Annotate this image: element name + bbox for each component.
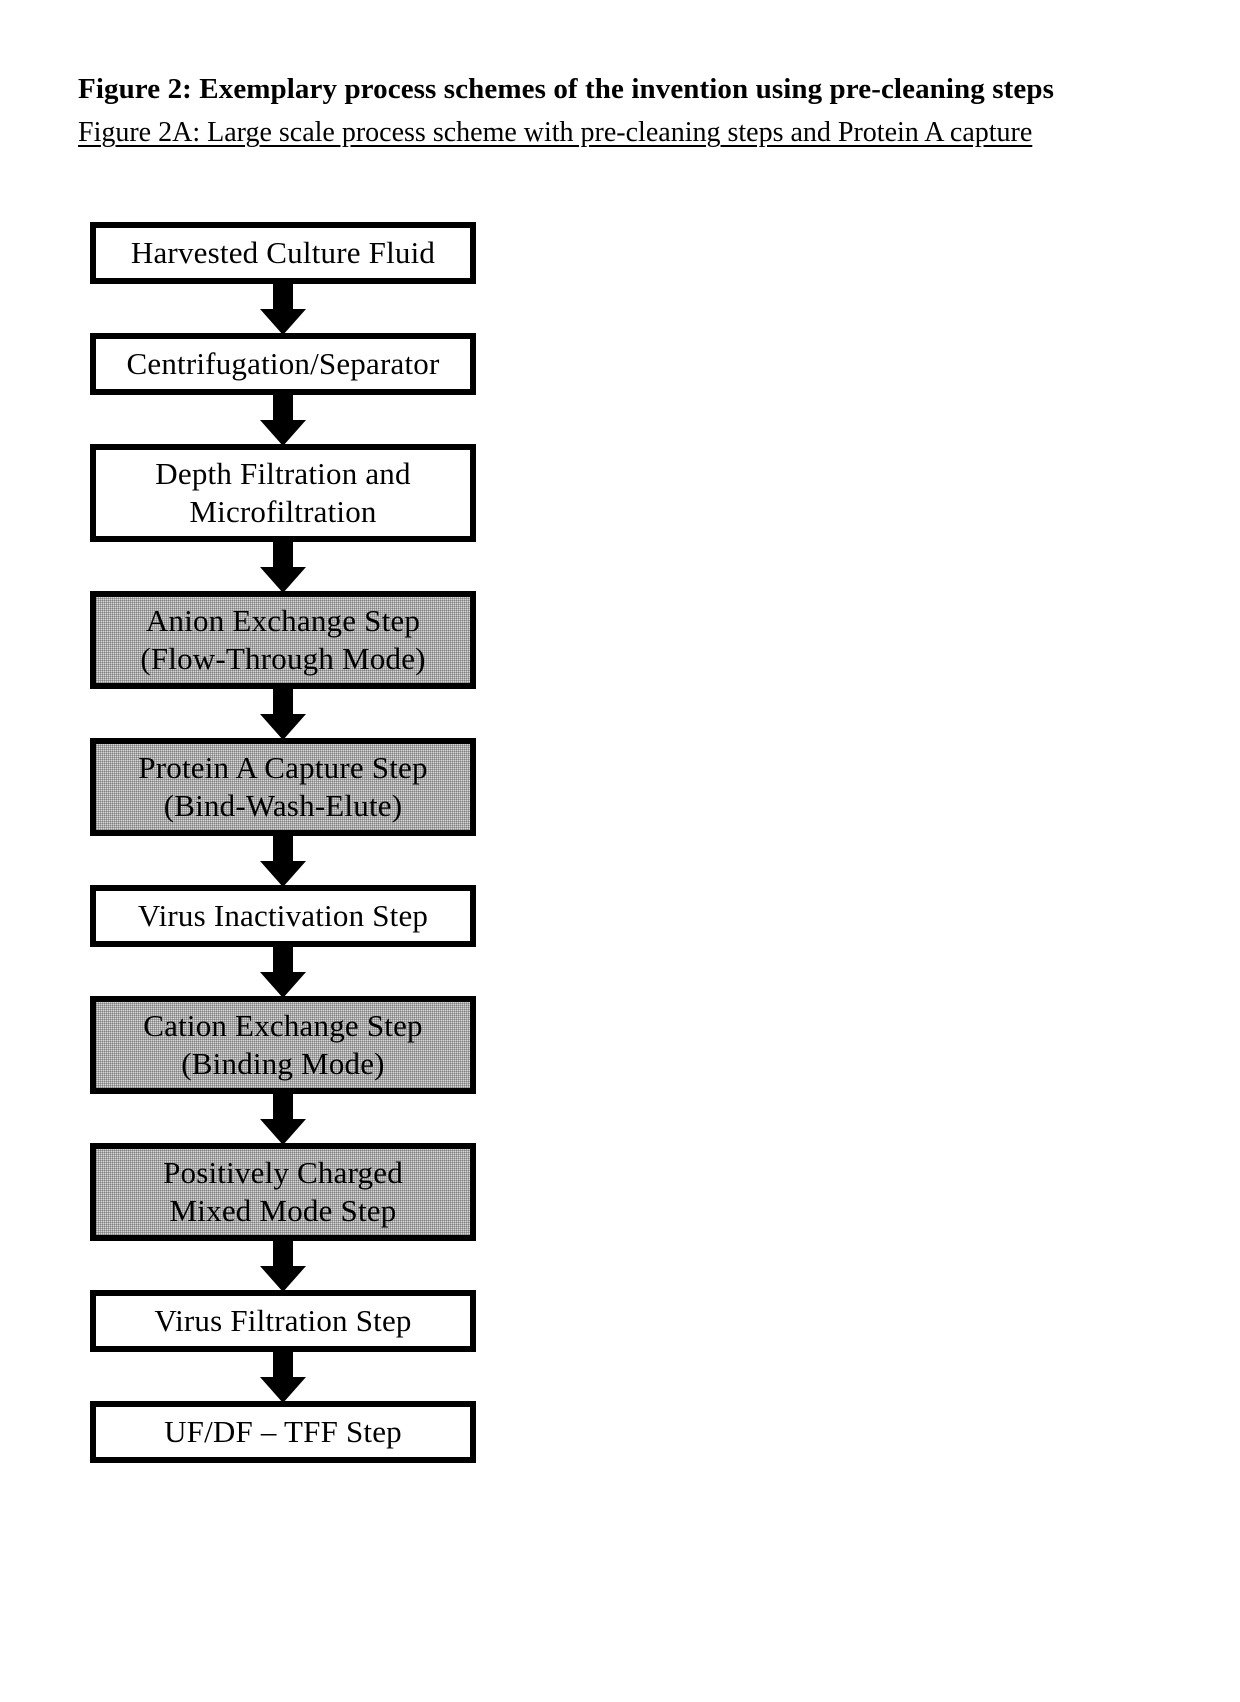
flow-node-virus-filtration-step: Virus Filtration Step	[90, 1290, 476, 1352]
flow-arrow-down-icon	[260, 393, 306, 446]
flow-node-label: Virus Inactivation Step	[137, 898, 429, 934]
flow-node-label: Positively Charged Mixed Mode Step	[163, 1155, 403, 1228]
flow-node-label: UF/DF – TFF Step	[164, 1414, 402, 1450]
flow-node-virus-inactivation-step: Virus Inactivation Step	[90, 885, 476, 947]
flow-node-protein-a-capture-step: Protein A Capture Step (Bind-Wash-Elute)	[90, 738, 476, 836]
flow-arrow-down-icon	[260, 834, 306, 887]
process-flowchart: Harvested Culture Fluid Centrifugation/Se…	[0, 0, 1240, 1702]
flow-node-label: Cation Exchange Step (Binding Mode)	[143, 1008, 423, 1081]
flow-arrow-down-icon	[260, 945, 306, 998]
flow-node-label: Virus Filtration Step	[154, 1303, 412, 1339]
flow-node-label: Protein A Capture Step (Bind-Wash-Elute)	[138, 750, 428, 823]
flow-node-cation-exchange-step: Cation Exchange Step (Binding Mode)	[90, 996, 476, 1094]
flow-node-anion-exchange-step: Anion Exchange Step (Flow-Through Mode)	[90, 591, 476, 689]
flow-arrow-down-icon	[260, 1092, 306, 1145]
flow-node-label: Depth Filtration and Microfiltration	[155, 456, 411, 529]
flow-node-label: Anion Exchange Step (Flow-Through Mode)	[140, 603, 426, 676]
flow-node-label: Centrifugation/Separator	[126, 346, 440, 382]
flow-node-positively-charged-mixed-mode-step: Positively Charged Mixed Mode Step	[90, 1143, 476, 1241]
flow-arrow-down-icon	[260, 1350, 306, 1403]
flow-node-centrifugation-separator: Centrifugation/Separator	[90, 333, 476, 395]
flow-arrow-down-icon	[260, 1239, 306, 1292]
flow-arrow-down-icon	[260, 540, 306, 593]
flow-node-label: Harvested Culture Fluid	[130, 235, 436, 271]
flow-arrow-down-icon	[260, 687, 306, 740]
flow-node-depth-microfiltration: Depth Filtration and Microfiltration	[90, 444, 476, 542]
flow-node-uf-df-tff-step: UF/DF – TFF Step	[90, 1401, 476, 1463]
figure-page: Figure 2: Exemplary process schemes of t…	[0, 0, 1240, 1702]
flow-arrow-down-icon	[260, 282, 306, 335]
flow-node-harvested-culture-fluid: Harvested Culture Fluid	[90, 222, 476, 284]
